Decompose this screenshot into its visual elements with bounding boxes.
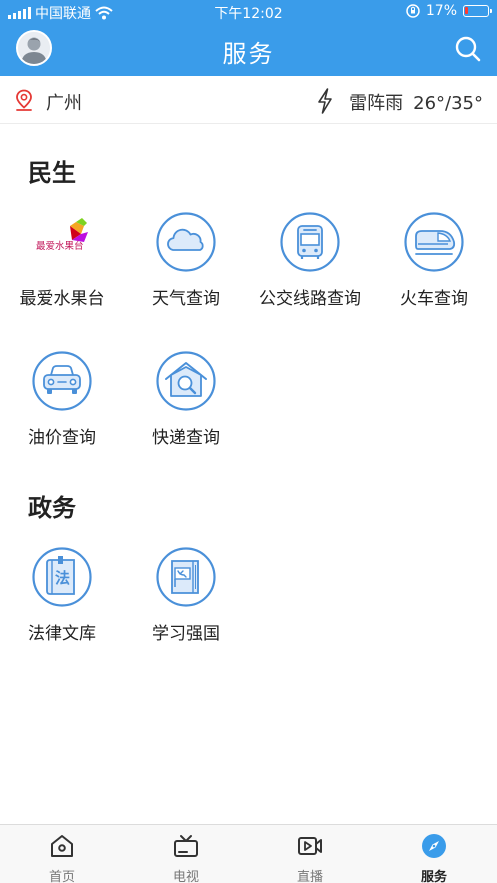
- thunder-icon: [318, 88, 332, 114]
- service-label: 学习强国: [152, 624, 220, 644]
- battery-level: [465, 7, 468, 14]
- law-book-text: 法: [55, 569, 70, 587]
- service-label: 法律文库: [28, 624, 96, 644]
- service-label: 快递查询: [152, 428, 220, 448]
- status-bar: 中国联通 下午12:02 17%: [0, 0, 497, 24]
- tv-icon: [174, 835, 198, 857]
- service-label: 公交线路查询: [259, 289, 361, 309]
- weather-condition: 雷阵雨: [349, 93, 404, 114]
- bottom-tab-bar: 首页 电视 直播 服务: [0, 824, 497, 883]
- service-oil-price[interactable]: 油价查询: [0, 351, 124, 461]
- tab-label: 首页: [48, 870, 75, 883]
- section-title-livelihood: 民生: [28, 159, 76, 187]
- law-book-icon: 法: [32, 547, 92, 607]
- house-search-icon: [156, 351, 216, 411]
- tab-tv[interactable]: 电视: [124, 825, 248, 883]
- compass-icon: [422, 834, 446, 858]
- temperature-range: 26°/35°: [413, 93, 483, 114]
- tab-services[interactable]: 服务: [372, 825, 496, 883]
- battery-icon: [463, 5, 492, 17]
- tab-label: 电视: [172, 870, 199, 883]
- train-icon: [404, 212, 464, 272]
- service-bus-route[interactable]: 公交线路查询: [248, 212, 372, 322]
- tab-live[interactable]: 直播: [248, 825, 372, 883]
- page-title: 服务: [222, 40, 275, 68]
- fruit-station-logo-text: 最爱水果台: [36, 240, 84, 252]
- home-icon: [51, 835, 73, 857]
- weather-info: 雷阵雨 26°/35°: [349, 89, 483, 115]
- search-icon[interactable]: [453, 34, 483, 64]
- service-label: 最爱水果台: [19, 289, 105, 309]
- video-camera-icon: [298, 837, 322, 855]
- service-study-platform[interactable]: 学习强国: [124, 547, 248, 657]
- service-label: 天气查询: [152, 289, 220, 309]
- app-header: 中国联通 下午12:02 17% 服务: [0, 0, 497, 76]
- flag-book-icon: [156, 547, 216, 607]
- service-weather[interactable]: 天气查询: [124, 212, 248, 322]
- car-icon: [32, 351, 92, 411]
- section-title-government: 政务: [28, 494, 76, 522]
- tab-label: 服务: [420, 870, 447, 883]
- service-label: 油价查询: [28, 428, 96, 448]
- tab-home[interactable]: 首页: [0, 825, 124, 883]
- status-right: 17%: [406, 3, 492, 19]
- fruit-station-logo: 最爱水果台: [36, 218, 88, 252]
- city-name[interactable]: 广州: [46, 89, 82, 115]
- service-train[interactable]: 火车查询: [372, 212, 496, 322]
- bus-icon: [280, 212, 340, 272]
- service-label: 火车查询: [400, 289, 468, 309]
- battery-percent: 17%: [425, 3, 457, 19]
- title-bar: 服务: [0, 24, 497, 76]
- location-weather-bar: 广州 雷阵雨 26°/35°: [0, 76, 497, 124]
- service-fruit-station[interactable]: 最爱水果台 最爱水果台: [0, 212, 124, 322]
- location-pin-icon[interactable]: [14, 89, 34, 111]
- service-law-library[interactable]: 法 法律文库: [0, 547, 124, 657]
- cloud-icon: [156, 212, 216, 272]
- tab-label: 直播: [296, 870, 323, 883]
- service-express[interactable]: 快递查询: [124, 351, 248, 461]
- orientation-lock-icon: [406, 4, 420, 18]
